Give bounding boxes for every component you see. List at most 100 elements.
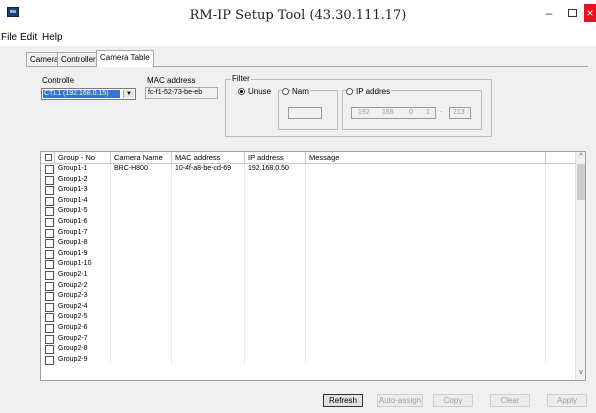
cell-ip[interactable] <box>245 248 306 260</box>
table-row[interactable]: Group2-1 <box>41 269 577 281</box>
cell-camera-name[interactable]: BRC-H800 <box>111 164 172 175</box>
row-checkbox[interactable] <box>45 175 54 185</box>
cell-message[interactable] <box>306 195 546 207</box>
cell-mac[interactable] <box>172 195 245 207</box>
cell-camera-name[interactable] <box>111 291 172 302</box>
cell-mac[interactable] <box>172 259 245 270</box>
tab-controller[interactable]: Controller <box>57 52 100 66</box>
cell-message[interactable] <box>306 238 546 249</box>
table-row[interactable]: Group2-5 <box>41 312 577 323</box>
cell-mac[interactable] <box>172 354 245 366</box>
row-checkbox[interactable] <box>45 292 54 302</box>
table-row[interactable]: Group1-9 <box>41 248 577 260</box>
row-checkbox[interactable] <box>45 165 54 174</box>
scroll-thumb[interactable] <box>577 164 585 200</box>
cell-message[interactable] <box>306 301 546 313</box>
ip-radio[interactable] <box>346 88 353 95</box>
cell-ip[interactable] <box>245 238 306 249</box>
cell-group[interactable]: Group2-7 <box>55 333 111 345</box>
table-row[interactable]: Group1-4 <box>41 195 577 207</box>
cell-ip[interactable] <box>245 322 306 334</box>
cell-group[interactable]: Group2-2 <box>55 280 111 292</box>
cell-group[interactable]: Group1-6 <box>55 216 111 228</box>
cell-group[interactable]: Group1-5 <box>55 206 111 217</box>
cell-camera-name[interactable] <box>111 301 172 313</box>
cell-message[interactable] <box>306 354 546 366</box>
cell-group[interactable]: Group1-7 <box>55 227 111 239</box>
row-checkbox[interactable] <box>45 228 54 238</box>
cell-group[interactable]: Group1-1 <box>55 164 111 175</box>
refresh-button[interactable]: Refresh <box>323 394 363 407</box>
cell-camera-name[interactable] <box>111 259 172 270</box>
row-checkbox[interactable] <box>45 334 54 344</box>
row-checkbox[interactable] <box>45 217 54 227</box>
cell-message[interactable] <box>306 164 546 175</box>
row-checkbox[interactable] <box>45 281 54 291</box>
row-checkbox[interactable] <box>45 355 54 365</box>
cell-mac[interactable] <box>172 185 245 196</box>
row-checkbox[interactable] <box>45 313 54 323</box>
cell-camera-name[interactable] <box>111 280 172 292</box>
cell-mac[interactable] <box>172 280 245 292</box>
table-row[interactable]: Group1-7 <box>41 227 577 239</box>
cell-camera-name[interactable] <box>111 333 172 345</box>
cell-camera-name[interactable] <box>111 195 172 207</box>
cell-mac[interactable] <box>172 301 245 313</box>
cell-mac[interactable] <box>172 238 245 249</box>
cell-camera-name[interactable] <box>111 227 172 239</box>
minimize-button[interactable]: – <box>538 4 560 22</box>
clear-button[interactable]: Clear <box>490 394 530 407</box>
cell-message[interactable] <box>306 248 546 260</box>
cell-ip[interactable] <box>245 206 306 217</box>
apply-button[interactable]: Apply <box>547 394 587 407</box>
tab-camera-table[interactable]: Camera Table <box>96 50 154 67</box>
header-ip[interactable]: IP address <box>245 152 306 164</box>
cell-group[interactable]: Group1-9 <box>55 248 111 260</box>
cell-ip[interactable] <box>245 216 306 228</box>
cell-camera-name[interactable] <box>111 206 172 217</box>
table-row[interactable]: Group1-10 <box>41 259 577 270</box>
cell-message[interactable] <box>306 185 546 196</box>
cell-group[interactable]: Group2-1 <box>55 269 111 281</box>
cell-camera-name[interactable] <box>111 216 172 228</box>
cell-camera-name[interactable] <box>111 269 172 281</box>
row-checkbox[interactable] <box>45 239 54 249</box>
cell-mac[interactable] <box>172 174 245 186</box>
cell-ip[interactable] <box>245 312 306 323</box>
cell-ip[interactable] <box>245 291 306 302</box>
table-row[interactable]: Group2-4 <box>41 301 577 313</box>
scroll-up-icon[interactable]: ^ <box>576 152 585 162</box>
table-row[interactable]: Group2-9 <box>41 354 577 366</box>
cell-camera-name[interactable] <box>111 238 172 249</box>
header-camera-name[interactable]: Camera Name <box>111 152 172 164</box>
cell-mac[interactable] <box>172 333 245 345</box>
cell-ip[interactable] <box>245 185 306 196</box>
cell-mac[interactable] <box>172 344 245 355</box>
cell-group[interactable]: Group2-6 <box>55 322 111 334</box>
controller-select[interactable]: CTL1 (192.168.0.15) ▼ <box>41 88 136 100</box>
cell-ip[interactable] <box>245 259 306 270</box>
cell-group[interactable]: Group2-4 <box>55 301 111 313</box>
cell-ip[interactable] <box>245 301 306 313</box>
row-checkbox[interactable] <box>45 249 54 259</box>
chevron-down-icon[interactable]: ▼ <box>123 90 134 98</box>
cell-mac[interactable]: 10-4f-a8-be-cd-69 <box>172 164 245 175</box>
cell-ip[interactable] <box>245 333 306 345</box>
cell-mac[interactable] <box>172 322 245 334</box>
cell-camera-name[interactable] <box>111 174 172 186</box>
cell-ip[interactable] <box>245 195 306 207</box>
cell-camera-name[interactable] <box>111 185 172 196</box>
cell-group[interactable]: Group2-5 <box>55 312 111 323</box>
cell-group[interactable]: Group1-3 <box>55 185 111 196</box>
cell-ip[interactable] <box>245 174 306 186</box>
cell-message[interactable] <box>306 216 546 228</box>
cell-ip[interactable] <box>245 280 306 292</box>
table-row[interactable]: Group2-3 <box>41 291 577 302</box>
cell-ip[interactable] <box>245 344 306 355</box>
vertical-scrollbar[interactable]: ^ v <box>575 152 585 380</box>
table-row[interactable]: Group1-1 BRC-H800 10-4f-a8-be-cd-69 192.168… <box>41 164 577 175</box>
cell-message[interactable] <box>306 280 546 292</box>
cell-camera-name[interactable] <box>111 312 172 323</box>
header-mac[interactable]: MAC address <box>172 152 245 164</box>
copy-button[interactable]: Copy <box>433 394 473 407</box>
